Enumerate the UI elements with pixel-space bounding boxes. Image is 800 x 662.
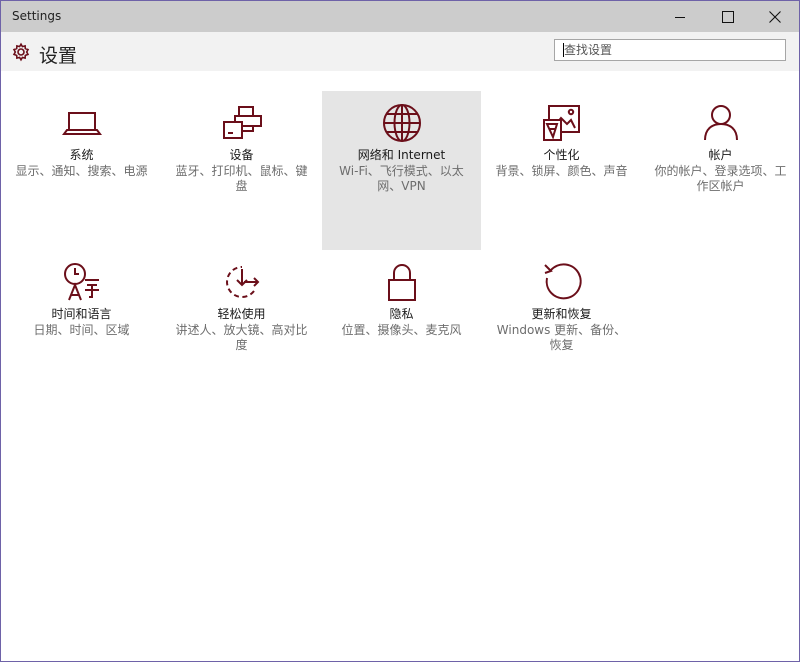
tile-title: 设备	[229, 148, 254, 162]
tile-time-language[interactable]: 时间和语言 日期、时间、区域	[2, 250, 161, 409]
tile-description: 蓝牙、打印机、鼠标、键盘	[175, 164, 308, 193]
tile-title: 个性化	[543, 148, 580, 162]
tile-description: 显示、通知、搜索、电源	[15, 164, 148, 178]
tile-title: 系统	[69, 148, 94, 162]
tile-title: 时间和语言	[51, 307, 112, 321]
tile-description: 日期、时间、区域	[33, 323, 130, 337]
tile-title: 隐私	[389, 307, 414, 321]
lock-icon	[381, 261, 423, 303]
gear-icon	[11, 42, 31, 62]
search-box[interactable]	[554, 39, 786, 61]
tile-system[interactable]: 系统 显示、通知、搜索、电源	[2, 91, 161, 250]
page-title: 设置	[39, 45, 78, 67]
text-cursor	[563, 43, 564, 57]
window-title: Settings	[12, 9, 62, 23]
search-input[interactable]	[555, 40, 785, 60]
person-icon	[700, 102, 742, 144]
tile-devices[interactable]: 设备 蓝牙、打印机、鼠标、键盘	[162, 91, 321, 250]
tile-ease-of-access[interactable]: 轻松使用 讲述人、放大镜、高对比度	[162, 250, 321, 409]
tile-description: 位置、摄像头、麦克风	[341, 323, 462, 337]
maximize-button[interactable]	[705, 1, 751, 32]
ease-of-access-icon	[221, 261, 263, 303]
tile-network[interactable]: 网络和 Internet Wi-Fi、飞行模式、以太网、VPN	[322, 91, 481, 250]
tile-personalization[interactable]: 个性化 背景、锁屏、颜色、声音	[482, 91, 641, 250]
time-language-icon	[61, 261, 103, 303]
devices-icon	[221, 102, 263, 144]
settings-window: Settings 设置 查找设置 系统 显示、通知、搜索、电源 设备 蓝牙、打印…	[0, 0, 800, 662]
tile-description: Windows 更新、备份、恢复	[496, 323, 627, 352]
tile-title: 网络和 Internet	[357, 148, 446, 162]
tile-description: 背景、锁屏、颜色、声音	[495, 164, 628, 178]
minimize-icon	[674, 11, 686, 23]
tile-title: 更新和恢复	[531, 307, 592, 321]
close-icon	[769, 10, 781, 23]
tile-update-recovery[interactable]: 更新和恢复 Windows 更新、备份、恢复	[482, 250, 641, 409]
personalization-icon	[541, 102, 583, 144]
tile-description: 你的帐户、登录选项、工作区帐户	[654, 164, 787, 193]
tile-title: 轻松使用	[217, 307, 266, 321]
title-bar[interactable]: Settings	[1, 1, 799, 32]
globe-icon	[381, 102, 423, 144]
tile-privacy[interactable]: 隐私 位置、摄像头、麦克风	[322, 250, 481, 409]
settings-header: 设置	[1, 32, 799, 71]
minimize-button[interactable]	[657, 1, 703, 32]
close-button[interactable]	[752, 1, 798, 32]
laptop-icon	[61, 102, 103, 144]
tile-description: Wi-Fi、飞行模式、以太网、VPN	[339, 164, 464, 193]
tile-accounts[interactable]: 帐户 你的帐户、登录选项、工作区帐户	[641, 91, 799, 250]
maximize-icon	[722, 10, 734, 23]
tile-title: 帐户	[708, 148, 733, 162]
update-icon	[541, 261, 583, 303]
tile-description: 讲述人、放大镜、高对比度	[175, 323, 308, 352]
